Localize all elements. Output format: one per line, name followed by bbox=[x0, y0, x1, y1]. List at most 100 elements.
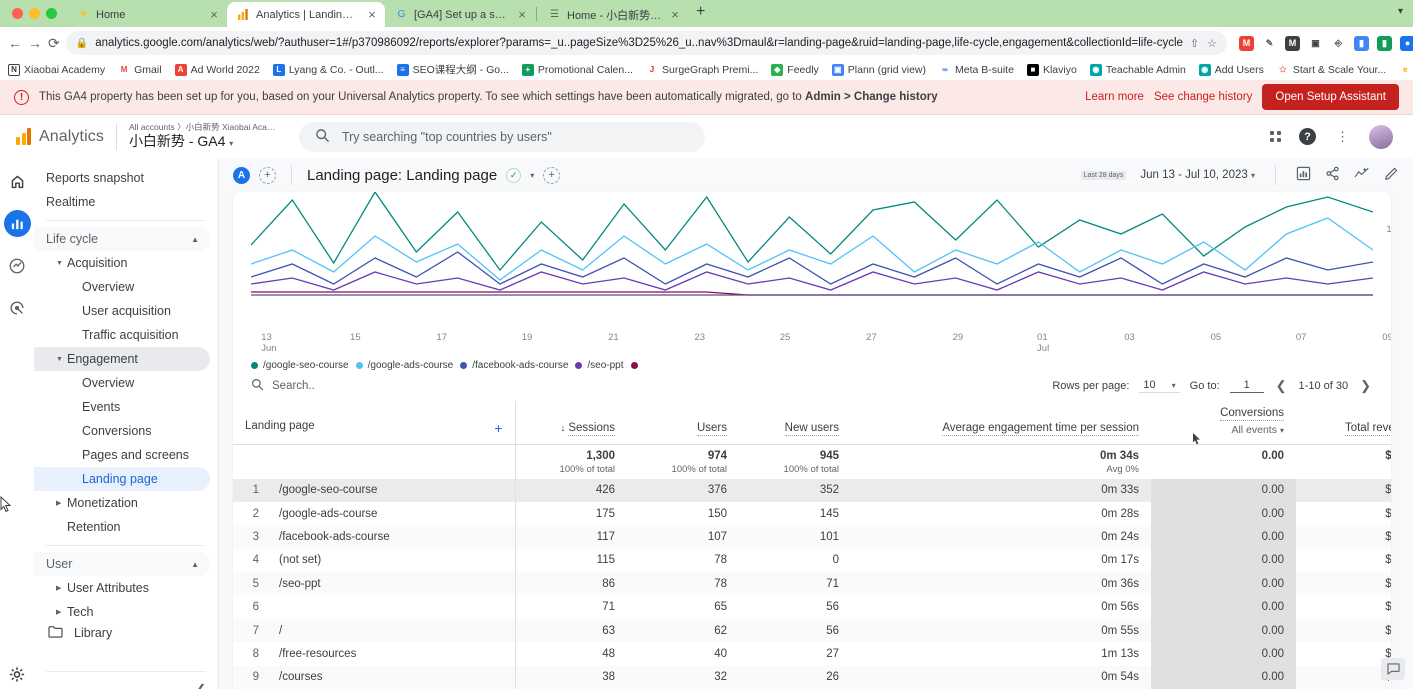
property-selector[interactable]: All accounts 〉小白新势 Xiaobai Acade.. 小白新势 … bbox=[129, 122, 293, 152]
table-row[interactable]: 8 /free-resources 48 40 27 1m 13s 0.00 $… bbox=[233, 642, 1391, 665]
banner-admin-link[interactable]: Admin > Change history bbox=[805, 91, 938, 103]
bookmark-item[interactable]: ∞Meta B-suite bbox=[939, 64, 1014, 76]
close-window-button[interactable] bbox=[12, 8, 23, 19]
row-conversions[interactable]: 0.00 bbox=[1151, 595, 1296, 618]
legend-item[interactable]: /seo-ppt bbox=[575, 360, 623, 371]
sidebar-item-realtime[interactable]: Realtime bbox=[34, 190, 210, 214]
row-conversions[interactable]: 0.00 bbox=[1151, 666, 1296, 689]
table-row[interactable]: 3 /facebook-ads-course 117 107 101 0m 24… bbox=[233, 525, 1391, 548]
pen-extension-icon[interactable]: ✎ bbox=[1262, 36, 1277, 51]
minimize-window-button[interactable] bbox=[29, 8, 40, 19]
column-header-landing-page[interactable]: Landing page + bbox=[233, 401, 515, 445]
browser-tab-3[interactable]: G [GA4] Set up a scroll conversio × bbox=[385, 2, 535, 27]
table-row[interactable]: 1 /google-seo-course 426 376 352 0m 33s … bbox=[233, 479, 1391, 502]
tab-list-chevron-down-icon[interactable]: ▾ bbox=[1398, 6, 1403, 17]
extensions-area[interactable]: M ✎ M ▣ ⎆ ▮ ▮ ● ✧ ▯ ☉ Update ⋮ bbox=[1233, 34, 1413, 52]
table-row[interactable]: 6 71 65 56 0m 56s 0.00 $0.00 bbox=[233, 595, 1391, 618]
sidebar-item-user-acquisition[interactable]: User acquisition bbox=[34, 299, 210, 323]
learn-more-link[interactable]: Learn more bbox=[1085, 91, 1144, 103]
sidebar-item-library[interactable]: Library bbox=[34, 620, 112, 646]
collapse-nav-chevron-left-icon[interactable]: ❮ bbox=[196, 682, 206, 689]
gmail-extension-icon[interactable]: M bbox=[1239, 36, 1254, 51]
row-conversions[interactable]: 0.00 bbox=[1151, 642, 1296, 665]
sidebar-item-events[interactable]: Events bbox=[34, 395, 210, 419]
bookmark-item[interactable]: ≡SEO课程大纲 - Go... bbox=[397, 62, 509, 77]
column-header-users[interactable]: Users bbox=[627, 401, 739, 445]
row-landing-page[interactable]: /google-seo-course bbox=[267, 479, 515, 502]
sidebar-group-engagement[interactable]: ▼Engagement bbox=[34, 347, 210, 371]
column-header-new-users[interactable]: New users bbox=[739, 401, 851, 445]
omnibox-actions[interactable]: ⇧ ☆ bbox=[1190, 37, 1217, 50]
sidebar-item-traffic-acquisition[interactable]: Traffic acquisition bbox=[34, 323, 210, 347]
browser-tab-2[interactable]: Analytics | Landing page: Land × bbox=[227, 2, 385, 27]
row-landing-page[interactable]: /courses bbox=[267, 666, 515, 689]
bookmark-item[interactable]: ◉Teachable Admin bbox=[1090, 64, 1186, 76]
browser-tab-4[interactable]: ☰ Home - 小白新势学院 × bbox=[538, 2, 688, 27]
help-icon[interactable]: ? bbox=[1299, 128, 1316, 145]
column-header-avg-engagement-time[interactable]: Average engagement time per session bbox=[851, 401, 1151, 445]
cyan-extension-icon[interactable]: ● bbox=[1400, 36, 1413, 51]
add-comparison-button[interactable]: + bbox=[259, 167, 276, 184]
open-setup-assistant-button[interactable]: Open Setup Assistant bbox=[1262, 84, 1399, 110]
analytics-logo[interactable]: Analytics bbox=[10, 128, 116, 146]
admin-gear-icon[interactable] bbox=[4, 661, 31, 688]
sidebar-group-acquisition[interactable]: ▼Acquisition bbox=[34, 251, 210, 275]
row-conversions[interactable]: 0.00 bbox=[1151, 479, 1296, 502]
row-landing-page[interactable]: /facebook-ads-course bbox=[267, 525, 515, 548]
row-conversions[interactable]: 0.00 bbox=[1151, 619, 1296, 642]
green-extension-icon[interactable]: ▮ bbox=[1377, 36, 1392, 51]
maximize-window-button[interactable] bbox=[46, 8, 57, 19]
tools-extension-icon[interactable]: ⎆ bbox=[1331, 36, 1346, 51]
camera-extension-icon[interactable]: ▣ bbox=[1308, 36, 1323, 51]
bookmark-item[interactable]: MGmail bbox=[118, 64, 161, 76]
table-row[interactable]: 9 /courses 38 32 26 0m 54s 0.00 $0.00 bbox=[233, 666, 1391, 689]
browser-tab-1[interactable]: ♥ Home × bbox=[67, 2, 227, 27]
rows-per-page-select[interactable]: 10▾ bbox=[1139, 379, 1179, 393]
more-options-icon[interactable]: ⋮ bbox=[1334, 129, 1351, 145]
date-range-picker[interactable]: Jun 13 - Jul 10, 2023 ▾ bbox=[1140, 169, 1255, 181]
sidebar-item-conversions[interactable]: Conversions bbox=[34, 419, 210, 443]
sidebar-item-landing-page[interactable]: Landing page bbox=[34, 467, 210, 491]
bookmark-star-icon[interactable]: ☆ bbox=[1207, 37, 1217, 50]
row-landing-page[interactable]: /free-resources bbox=[267, 642, 515, 665]
sidebar-group-monetization[interactable]: ▶Monetization bbox=[34, 491, 210, 515]
chevron-down-icon[interactable]: ▾ bbox=[530, 171, 534, 180]
legend-item[interactable]: /google-ads-course bbox=[356, 360, 454, 371]
global-search-box[interactable]: Try searching "top countries by users" bbox=[299, 122, 705, 152]
sidebar-section-user[interactable]: User▲ bbox=[34, 552, 210, 576]
address-bar[interactable]: 🔒 analytics.google.com/analytics/web/?au… bbox=[66, 31, 1227, 55]
bookmark-item[interactable]: eeCommerce Case... bbox=[1399, 64, 1413, 76]
forward-button[interactable]: → bbox=[28, 36, 42, 50]
reports-icon[interactable] bbox=[4, 210, 31, 237]
next-page-button[interactable]: ❯ bbox=[1358, 378, 1373, 394]
row-conversions[interactable]: 0.00 bbox=[1151, 572, 1296, 595]
advertising-icon[interactable] bbox=[4, 294, 31, 321]
close-tab-button[interactable]: × bbox=[365, 8, 379, 21]
row-landing-page[interactable]: /google-ads-course bbox=[267, 502, 515, 525]
insights-icon[interactable] bbox=[1354, 166, 1370, 184]
bookmark-item[interactable]: ◆Feedly bbox=[771, 64, 819, 76]
bookmark-item[interactable]: ■Klaviyo bbox=[1027, 64, 1077, 76]
close-tab-button[interactable]: × bbox=[515, 8, 529, 21]
legend-item[interactable]: /google-seo-course bbox=[251, 360, 349, 371]
table-search-input[interactable]: Search.. bbox=[272, 380, 315, 392]
sidebar-item-acquisition-overview[interactable]: Overview bbox=[34, 275, 210, 299]
column-header-conversions[interactable]: ConversionsAll events▾ bbox=[1151, 401, 1296, 445]
table-row[interactable]: 2 /google-ads-course 175 150 145 0m 28s … bbox=[233, 502, 1391, 525]
comparison-badge[interactable]: A bbox=[233, 167, 250, 184]
row-landing-page[interactable] bbox=[267, 595, 515, 618]
column-header-total-revenue[interactable]: Total revenue bbox=[1296, 401, 1391, 445]
edit-icon[interactable] bbox=[1384, 166, 1399, 184]
table-row[interactable]: 4 (not set) 115 78 0 0m 17s 0.00 $0.00 bbox=[233, 549, 1391, 572]
home-icon[interactable] bbox=[4, 168, 31, 195]
see-change-history-link[interactable]: See change history bbox=[1154, 91, 1252, 103]
bookmark-item[interactable]: AAd World 2022 bbox=[175, 64, 260, 76]
window-controls[interactable] bbox=[8, 0, 67, 27]
check-circle-icon[interactable]: ✓ bbox=[506, 168, 521, 183]
bookmark-item[interactable]: ✩Start & Scale Your... bbox=[1277, 64, 1386, 76]
table-row[interactable]: 7 / 63 62 56 0m 55s 0.00 $0.00 bbox=[233, 619, 1391, 642]
bookmark-item[interactable]: ◉Add Users bbox=[1199, 64, 1264, 76]
bookmark-item[interactable]: ▣Plann (grid view) bbox=[832, 64, 926, 76]
table-row[interactable]: 5 /seo-ppt 86 78 71 0m 36s 0.00 $0.00 bbox=[233, 572, 1391, 595]
compare-icon[interactable] bbox=[1296, 166, 1311, 184]
